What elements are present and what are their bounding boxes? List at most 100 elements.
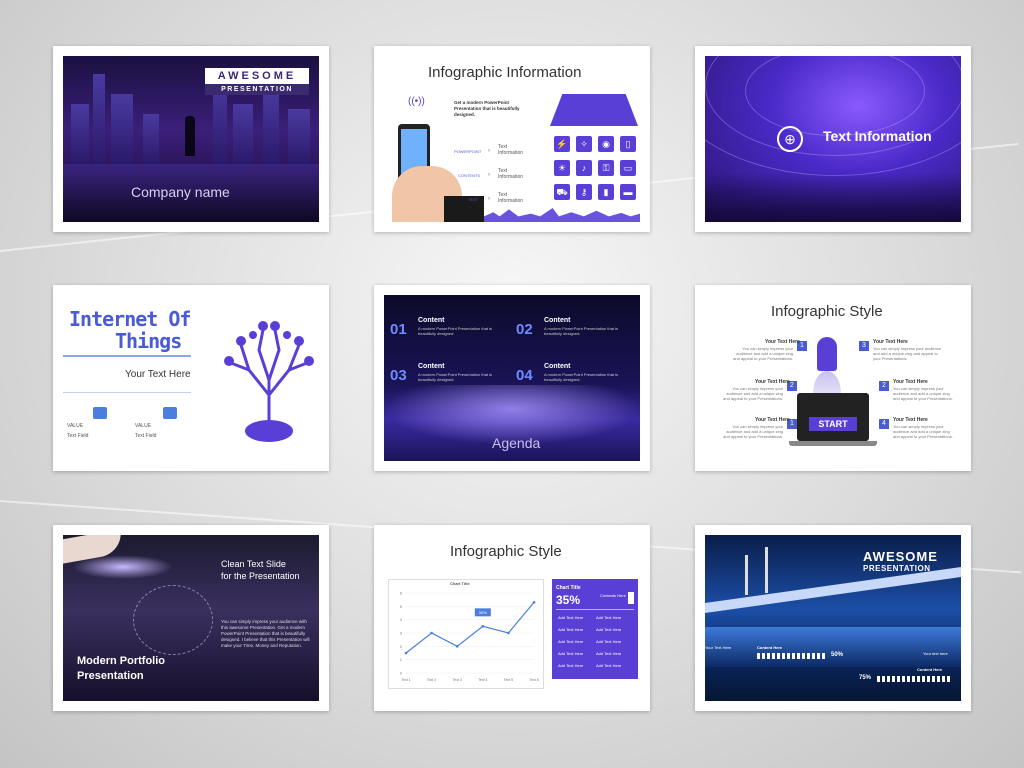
- tv-icon: ▭: [620, 160, 636, 176]
- slide-4-canvas: Internet Of Things Your Text Here VALUE …: [63, 295, 319, 461]
- item-number: 3: [859, 341, 869, 351]
- item-head: Your Text Here: [755, 379, 790, 385]
- data-point: [532, 601, 536, 604]
- company-name: Company name: [131, 184, 230, 200]
- row-text: Text Information: [498, 192, 524, 204]
- panel-row: Add Text Here: [558, 615, 584, 620]
- line-chart: 0 1 2 3 4 5 6 Text 1 Text 2 Text 3 Text 4 Text 5 Tex…: [400, 591, 539, 683]
- plug-icon: ⚡: [554, 136, 570, 152]
- slide-thumbnail-5[interactable]: 01 Content A modern PowerPoint Presentat…: [374, 285, 650, 471]
- item-number: 2: [879, 381, 889, 391]
- panel-row: Add Text Here: [558, 627, 584, 632]
- city-base: [705, 172, 961, 222]
- building: [111, 94, 133, 164]
- light-icon: ✧: [576, 136, 592, 152]
- brand-line2: PRESENTATION: [863, 564, 931, 573]
- brand-line1: AWESOME: [205, 68, 309, 84]
- panel-row: Add Text Here: [558, 639, 584, 644]
- heading-line2: for the Presentation: [221, 571, 300, 581]
- lock-icon: ⚿: [598, 160, 614, 176]
- data-point: [455, 645, 459, 648]
- progress-value: 50%: [831, 652, 844, 658]
- slide-thumbnail-1[interactable]: AWESOME PRESENTATION Company name: [53, 46, 329, 232]
- chat-icon: [93, 407, 107, 419]
- chevron-right-icon: ›: [488, 172, 490, 178]
- tree-icon: [224, 321, 314, 442]
- slide-2-canvas: Infographic Information ((•)) Get a mode…: [384, 56, 640, 222]
- y-tick-label: 3: [400, 631, 403, 636]
- bulb-icon: ☀: [554, 160, 570, 176]
- agenda-body: A modern PowerPoint Presentation that is…: [544, 372, 619, 382]
- item-number: 4: [879, 419, 889, 429]
- slide-5-canvas: 01 Content A modern PowerPoint Presentat…: [384, 295, 640, 461]
- speaker-icon: ♪: [576, 160, 592, 176]
- globe-icon: ⊕: [777, 126, 803, 152]
- agenda-body: A modern PowerPoint Presentation that is…: [418, 372, 493, 382]
- x-tick-label: Text 4: [478, 678, 487, 682]
- agenda-head: Content: [418, 317, 445, 324]
- chat-icon: [163, 407, 177, 419]
- title-line1: Internet Of: [69, 307, 191, 331]
- door-icon: ▮: [598, 184, 614, 200]
- lamp-post: [745, 555, 748, 595]
- panel-row: Add Text Here: [596, 651, 622, 656]
- panel-title: Chart Title: [556, 585, 581, 591]
- row-tag: TEXT: [468, 197, 479, 202]
- row-text: Text Information: [498, 144, 524, 156]
- fridge-icon: ▯: [620, 136, 636, 152]
- item-body: You can simply impress your audience and…: [723, 386, 783, 401]
- agenda-head: Content: [544, 363, 571, 370]
- chevron-right-icon: ›: [488, 196, 490, 202]
- water: [705, 627, 961, 667]
- sofa-icon: ▬: [620, 184, 636, 200]
- rocket-icon: [817, 337, 837, 371]
- data-point: [507, 631, 510, 635]
- x-tick-label: Text 2: [427, 678, 436, 682]
- data-point: [481, 625, 485, 628]
- slide-thumbnail-9[interactable]: AWESOME PRESENTATION Your Text Here Cont…: [695, 525, 971, 711]
- slide-thumbnail-7[interactable]: Clean Text Slide for the Presentation Yo…: [53, 525, 329, 711]
- x-tick-label: Text 1: [401, 678, 410, 682]
- title-line2: Things: [115, 329, 182, 353]
- item-text: Text Field: [135, 433, 157, 439]
- building: [233, 104, 253, 164]
- panel-row: Add Text Here: [596, 627, 622, 632]
- item-body: You can simply impress your audience and…: [873, 346, 942, 361]
- item-head: Your Text Here: [893, 417, 928, 423]
- building: [288, 109, 310, 164]
- camera-icon: ◉: [598, 136, 614, 152]
- body-text: You can simply impress your audience wit…: [221, 619, 310, 648]
- item-head: Your Text Here: [755, 417, 790, 423]
- footer-line1: Modern Portfolio: [77, 655, 165, 667]
- panel-row: Add Text Here: [596, 639, 622, 644]
- series-line: [405, 601, 535, 654]
- building: [143, 114, 159, 164]
- progress-bar: [757, 653, 827, 659]
- footer-line2: Presentation: [77, 670, 144, 682]
- item-head: Your Text Here: [765, 339, 800, 345]
- slide-thumbnail-3[interactable]: ⊕ Text Information: [695, 46, 971, 232]
- agenda-number: 03: [390, 367, 407, 384]
- right-text: Your text here: [923, 651, 948, 656]
- bridge-deck: [705, 567, 961, 613]
- slide-thumbnail-2[interactable]: Infographic Information ((•)) Get a mode…: [374, 46, 650, 232]
- item-body: You can simply impress your audience and…: [723, 424, 783, 439]
- roof-shape: [550, 94, 638, 126]
- slide-thumbnail-6[interactable]: Infographic Style START 1 Your Text Here…: [695, 285, 971, 471]
- chevron-right-icon: ›: [488, 148, 490, 154]
- agenda-head: Content: [544, 317, 571, 324]
- row-tag: POWERPOINT: [454, 149, 482, 154]
- data-point: [430, 631, 433, 635]
- slide-thumbnail-8[interactable]: Infographic Style Chart Title 0 1 2 3 4 5 6 Tex…: [374, 525, 650, 711]
- slide-thumbnail-4[interactable]: Internet Of Things Your Text Here VALUE …: [53, 285, 329, 471]
- y-tick-label: 6: [400, 591, 403, 596]
- item-label: VALUE: [135, 423, 152, 429]
- slide-title: Infographic Style: [450, 543, 562, 560]
- item-label: VALUE: [67, 423, 84, 429]
- agenda-number: 01: [390, 321, 407, 338]
- panel-row: Add Text Here: [596, 663, 622, 668]
- slide-3-canvas: ⊕ Text Information: [705, 56, 961, 222]
- car-icon: ⛟: [554, 184, 570, 200]
- item-body: You can simply impress your audience and…: [893, 424, 953, 439]
- person-silhouette: [185, 116, 195, 156]
